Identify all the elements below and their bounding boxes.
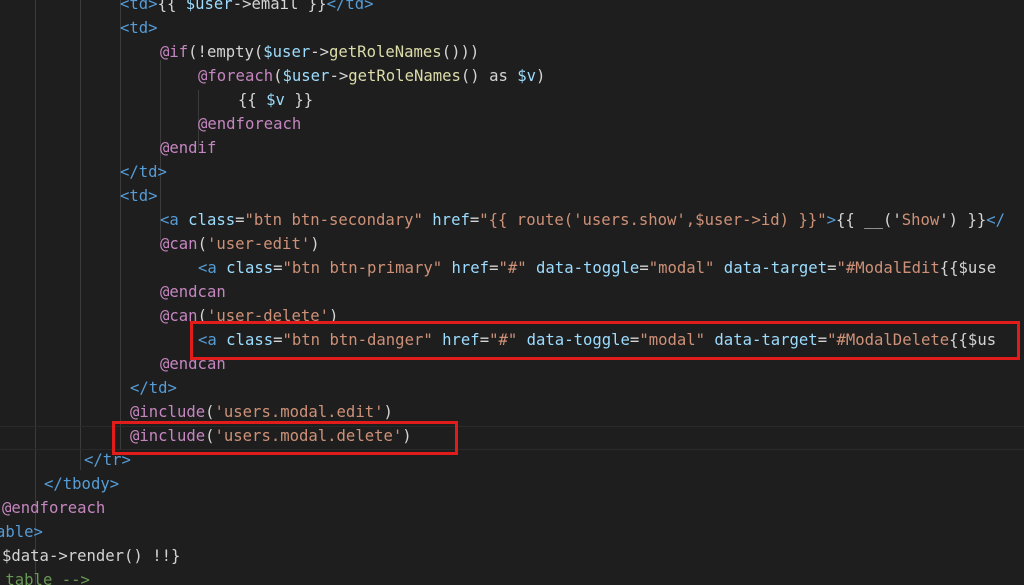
code-line[interactable]: <a class="btn btn-primary" href="#" data… bbox=[198, 256, 996, 280]
code-token-tag: </td> bbox=[120, 163, 167, 181]
code-token-str: "#ModalEdit bbox=[836, 259, 940, 277]
code-token-plain: = bbox=[235, 211, 245, 229]
code-line[interactable]: _table --> bbox=[0, 568, 90, 585]
code-token-tag: </td> bbox=[130, 379, 177, 397]
code-token-plain: () as bbox=[460, 67, 518, 85]
code-token-plain: ') }} bbox=[939, 211, 987, 229]
code-token-plain: {{ bbox=[157, 0, 186, 13]
code-token-tag: <td> bbox=[120, 187, 158, 205]
code-line[interactable]: <td> bbox=[120, 184, 158, 208]
code-line[interactable]: @endcan bbox=[160, 280, 226, 304]
code-token-str: Show bbox=[901, 211, 940, 229]
indent-guide bbox=[120, 0, 121, 450]
code-token-plain: }} bbox=[284, 91, 314, 109]
code-token-dir: @endforeach bbox=[2, 499, 106, 517]
code-token-tag: </tbody> bbox=[44, 475, 120, 493]
code-token-attr: class bbox=[226, 259, 274, 277]
code-line[interactable]: @if(!empty($user->getRoleNames())) bbox=[160, 40, 479, 64]
code-line[interactable]: @endforeach bbox=[2, 496, 105, 520]
code-token-plain: {{$use bbox=[939, 259, 997, 277]
code-token-plain: ) bbox=[536, 67, 546, 85]
code-editor[interactable]: <td>{{ $user->email }}</td> <td> @if(!empt… bbox=[0, 0, 1024, 585]
code-token-fn: getRoleNames bbox=[329, 43, 442, 61]
code-token-plain: ->email }} bbox=[232, 0, 327, 13]
code-token-dir: @if bbox=[160, 43, 189, 61]
code-token-attr: href bbox=[422, 211, 470, 229]
code-token-str: "modal" bbox=[648, 259, 715, 277]
code-token-plain: -> bbox=[310, 43, 330, 61]
code-token-tag: able> bbox=[0, 523, 43, 541]
code-token-tag: </td> bbox=[326, 0, 374, 13]
code-token-dir: @endif bbox=[160, 139, 217, 157]
code-line[interactable]: {{ $v }} bbox=[238, 88, 313, 112]
code-token-var: $v bbox=[517, 67, 537, 85]
code-token-plain: ())) bbox=[441, 43, 480, 61]
code-token-dir: @foreach bbox=[198, 67, 274, 85]
code-token-var: $user bbox=[263, 43, 311, 61]
code-token-str: "btn btn-secondary" bbox=[244, 211, 423, 229]
highlight-box-include-delete bbox=[112, 421, 458, 455]
code-line[interactable]: @foreach($user->getRoleNames() as $v) bbox=[198, 64, 545, 88]
code-line[interactable]: </tbody> bbox=[44, 472, 119, 496]
code-line[interactable]: </td> bbox=[130, 376, 177, 400]
code-token-attr: data-target bbox=[714, 259, 828, 277]
code-token-plain: ( bbox=[273, 67, 283, 85]
code-token-plain: = bbox=[469, 211, 480, 229]
code-token-plain: ) bbox=[383, 403, 393, 421]
code-token-plain: ( bbox=[197, 235, 207, 253]
code-token-cmt: _table --> bbox=[0, 571, 90, 585]
code-line[interactable]: <td>{{ $user->email }}</td> bbox=[120, 0, 374, 16]
code-token-plain: $data->render() !!} bbox=[2, 547, 181, 565]
code-token-plain: {{ __(' bbox=[836, 211, 902, 229]
code-line[interactable]: @endif bbox=[160, 136, 216, 160]
code-token-tag: <a bbox=[198, 259, 227, 277]
code-line[interactable]: <a class="btn btn-secondary" href="{{ ro… bbox=[160, 208, 1005, 232]
code-line[interactable]: $data->render() !!} bbox=[2, 544, 180, 568]
code-token-var: $v bbox=[266, 91, 285, 109]
code-token-attr: class bbox=[188, 211, 236, 229]
code-token-attr: data-toggle bbox=[526, 259, 640, 277]
code-token-plain: (!empty( bbox=[188, 43, 264, 61]
code-token-dir: @can bbox=[160, 235, 198, 253]
code-token-fn: getRoleNames bbox=[348, 67, 461, 85]
code-token-plain: -> bbox=[329, 67, 349, 85]
code-token-plain: = bbox=[273, 259, 283, 277]
code-token-str: "#" bbox=[498, 259, 527, 277]
indent-guide bbox=[80, 0, 81, 470]
code-token-tag: <td> bbox=[120, 19, 158, 37]
code-token-var: $user bbox=[185, 0, 233, 13]
code-token-dir: @endcan bbox=[160, 283, 226, 301]
code-line[interactable]: able> bbox=[0, 520, 43, 544]
code-token-str: 'users.modal.edit' bbox=[214, 403, 384, 421]
code-token-dir: @endforeach bbox=[198, 115, 302, 133]
code-token-str: "{{ route('users.show',$user->id) }}" bbox=[479, 211, 827, 229]
code-token-plain: {{ bbox=[238, 91, 267, 109]
code-line[interactable]: @endforeach bbox=[198, 112, 301, 136]
code-token-plain: = bbox=[639, 259, 649, 277]
code-token-plain: ) bbox=[310, 235, 320, 253]
code-token-tag: </ bbox=[986, 211, 1006, 229]
code-token-str: "btn btn-primary" bbox=[282, 259, 443, 277]
code-token-tag: > bbox=[826, 211, 837, 229]
code-line[interactable]: </td> bbox=[120, 160, 167, 184]
code-token-tag: <a bbox=[160, 211, 189, 229]
code-line[interactable]: <td> bbox=[120, 16, 158, 40]
highlight-box-delete-button-line bbox=[190, 321, 1020, 360]
code-token-plain: ( bbox=[205, 403, 215, 421]
code-token-str: 'user-edit' bbox=[206, 235, 311, 253]
code-line[interactable]: @can('user-edit') bbox=[160, 232, 320, 256]
code-token-dir: @include bbox=[130, 403, 206, 421]
code-token-attr: href bbox=[442, 259, 490, 277]
code-token-var: $user bbox=[282, 67, 330, 85]
code-token-tag: <td> bbox=[120, 0, 158, 13]
